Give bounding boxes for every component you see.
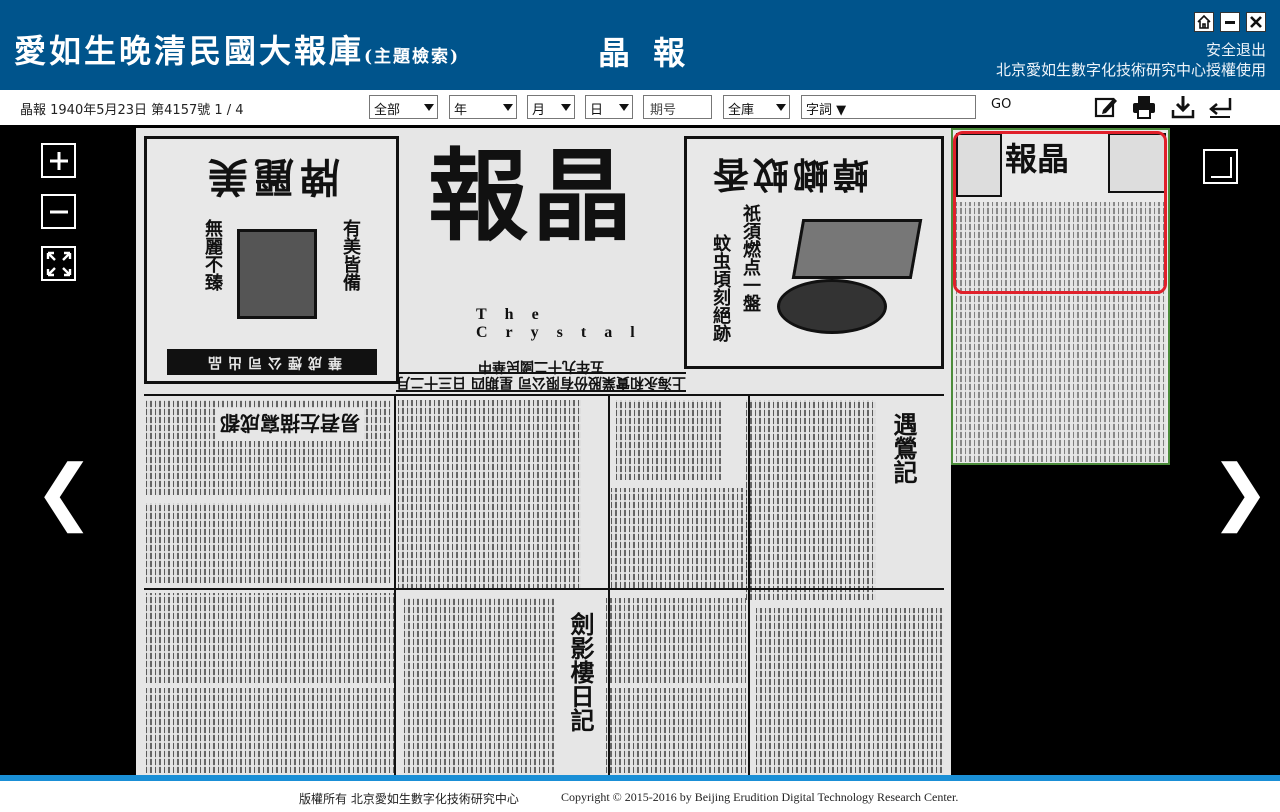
day-select[interactable]: 日: [585, 95, 633, 119]
newspaper-dateline: 上海永和實業股份有限公司 星期四 日三十二月五年九十二國民華中: [396, 358, 686, 392]
edit-icon[interactable]: [1093, 94, 1119, 120]
download-icon[interactable]: [1170, 94, 1196, 120]
logout-link[interactable]: 安全退出: [996, 40, 1266, 60]
ad-left-slogan: 無麗不臻: [202, 219, 223, 291]
minimize-icon: [1225, 21, 1235, 24]
header-right: 安全退出 北京愛如生數字化技術研究中心授權使用: [996, 40, 1266, 80]
headline-article-2: 遇鶯記: [884, 408, 923, 488]
article-column: [746, 400, 876, 600]
headline-article-1: 易君左描寫成都: [216, 408, 364, 441]
day-select-value: 日: [590, 103, 604, 118]
library-select-value: 全庫: [728, 103, 755, 118]
category-select[interactable]: 全部: [369, 95, 438, 119]
fullscreen-button[interactable]: [1203, 149, 1238, 184]
column-rule: [748, 396, 750, 775]
ad-left-title: 牌麗美: [202, 153, 340, 200]
article-column: [606, 688, 746, 773]
footer: 版權所有 北京愛如生數字化技術研究中心 Copyright © 2015-201…: [0, 781, 1280, 812]
home-icon: [1197, 14, 1211, 29]
library-select[interactable]: 全庫: [723, 95, 790, 119]
zoom-out-button[interactable]: [41, 194, 76, 229]
chevron-down-icon: [619, 104, 629, 111]
close-button[interactable]: [1246, 12, 1266, 32]
app-header: 愛如生晚清民國大報庫(主題檢索) 晶 報 安全退出 北京愛如生數字化技術研究中心…: [0, 0, 1280, 90]
article-column: [756, 608, 944, 773]
article-column: [146, 688, 396, 773]
rule-line: [144, 394, 944, 396]
left-advertisement: 牌麗美 無麗不臻 有美皆備 華成煙公司出品: [144, 136, 399, 384]
ad-left-bottom: 華成煙公司出品: [167, 349, 377, 375]
window-buttons: [1194, 12, 1266, 32]
copyright-cn: 版權所有 北京愛如生數字化技術研究中心: [299, 792, 519, 806]
right-advertisement: 蟑螂蚊香 祇須燃点一盤 蚊虫頃刻絕跡: [684, 136, 944, 369]
column-rule: [394, 396, 396, 775]
ad-right-slogan-2: 蚊虫頃刻絕跡: [710, 234, 731, 342]
minimize-button[interactable]: [1220, 12, 1240, 32]
mosquito-coil-box-image: [791, 219, 923, 279]
article-column: [146, 503, 391, 583]
prev-page-arrow[interactable]: ❮: [34, 455, 94, 527]
zoom-in-button[interactable]: [41, 143, 76, 178]
article-column: [611, 488, 751, 588]
ad-right-slogan: 祇須燃点一盤: [740, 204, 761, 312]
masthead-chars: 報晶: [428, 137, 636, 255]
month-select-value: 月: [532, 103, 546, 118]
chevron-down-icon: [561, 104, 571, 111]
ad-left-slogan-2: 有美皆備: [340, 219, 361, 291]
rule-line: [144, 588, 944, 590]
copyright-en: Copyright © 2015-2016 by Beijing Eruditi…: [561, 790, 959, 804]
newspaper-page-image[interactable]: 牌麗美 無麗不臻 有美皆備 華成煙公司出品 報晶 The Crystal 蟑螂蚊…: [136, 128, 951, 775]
page-thumbnail-navigator[interactable]: 報晶: [951, 128, 1170, 465]
app-logo: 愛如生晚清民國大報庫(主題檢索): [14, 26, 460, 72]
fit-page-icon: [46, 251, 71, 276]
license-text: 北京愛如生數字化技術研究中心授權使用: [995, 61, 1266, 79]
newspaper-masthead: 報晶 The Crystal: [398, 136, 680, 376]
issue-number-placeholder: 期号: [650, 103, 677, 118]
search-type-field[interactable]: 字詞 ▼: [801, 95, 976, 119]
category-select-value: 全部: [374, 103, 401, 118]
issue-number-input[interactable]: 期号: [643, 95, 712, 119]
article-column: [404, 598, 554, 773]
zoom-in-icon: [49, 151, 68, 170]
issue-info: 晶報 1940年5月23日 第4157號 1 / 4: [20, 103, 244, 118]
article-column: [616, 400, 721, 480]
fit-page-button[interactable]: [41, 246, 76, 281]
chevron-down-icon: [424, 104, 434, 111]
page-viewer[interactable]: ❮ ❯ 牌麗美 無麗不臻 有美皆備 華成煙公司出品 報晶 The Crystal…: [0, 125, 1280, 775]
chevron-down-icon: [776, 104, 786, 111]
newspaper-title: 晶 報: [598, 34, 692, 72]
logo-main-text: 愛如生晚清民國大報庫: [14, 32, 365, 70]
return-icon[interactable]: [1207, 94, 1233, 120]
viewport-indicator[interactable]: [953, 131, 1167, 294]
search-type-label: 字詞 ▼: [806, 103, 847, 118]
next-page-arrow[interactable]: ❯: [1210, 455, 1270, 527]
year-select-value: 年: [454, 103, 468, 118]
ad-right-title: 蟑螂蚊香: [709, 153, 870, 195]
column-rule: [608, 396, 610, 775]
article-column: [398, 400, 581, 590]
logo-sub-text: (主題檢索): [364, 47, 461, 67]
close-icon: [1250, 16, 1262, 28]
headline-article-3: 劍影樓日記: [561, 608, 600, 736]
go-button[interactable]: GO: [991, 97, 1011, 112]
article-column: [146, 593, 396, 683]
year-select[interactable]: 年: [449, 95, 517, 119]
cigarette-pack-image: [237, 229, 317, 319]
home-button[interactable]: [1194, 12, 1214, 32]
month-select[interactable]: 月: [527, 95, 575, 119]
masthead-english: The Crystal: [476, 306, 653, 341]
print-icon[interactable]: [1131, 94, 1157, 120]
search-toolbar: 晶報 1940年5月23日 第4157號 1 / 4 全部 年 月 日 期号 全…: [0, 90, 1280, 125]
zoom-out-icon: [49, 210, 68, 213]
chevron-down-icon: [503, 104, 513, 111]
article-column: [606, 598, 746, 683]
mosquito-coil-image: [777, 279, 887, 334]
